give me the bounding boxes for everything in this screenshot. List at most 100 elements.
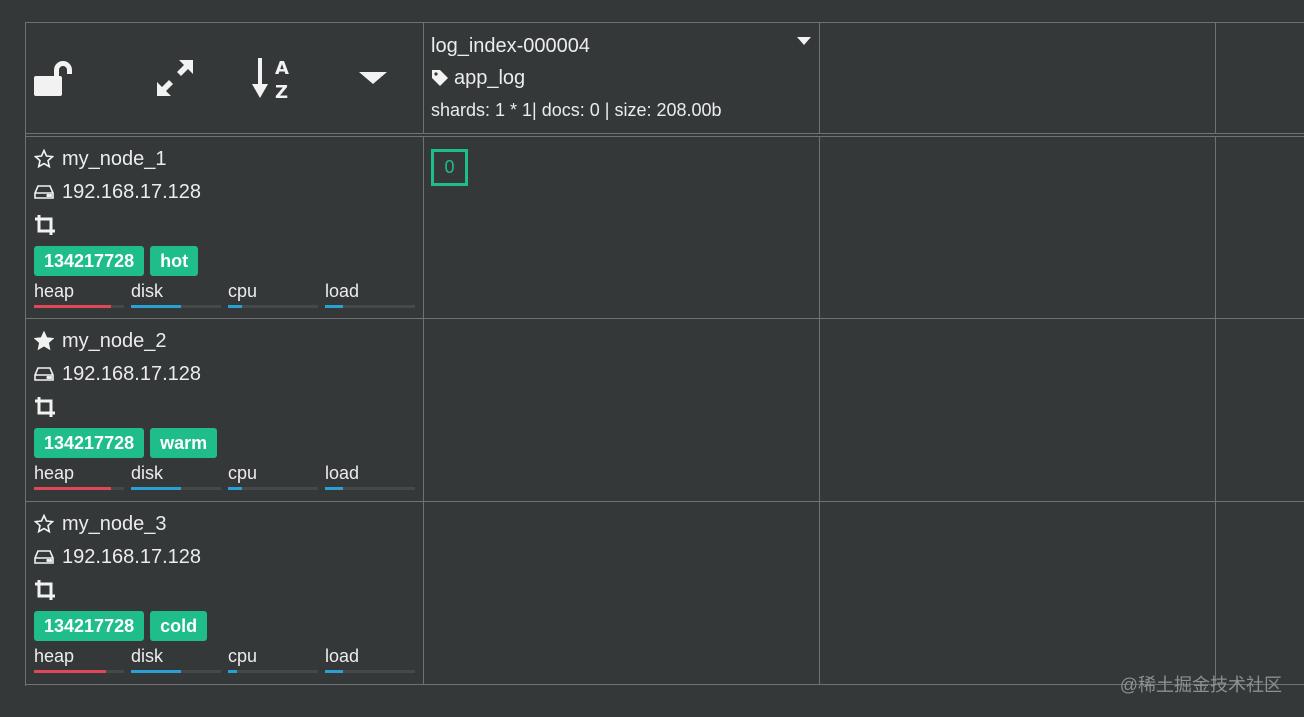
node-ip-row: 192.168.17.128 bbox=[34, 180, 415, 204]
sort-alpha-icon: A Z bbox=[252, 58, 289, 102]
node-badges: 134217728 cold bbox=[34, 611, 415, 641]
empty-cell bbox=[820, 137, 1216, 319]
node-name-row[interactable]: my_node_2 bbox=[34, 329, 415, 353]
node-id-badge: 134217728 bbox=[34, 611, 145, 641]
metric-bar-fill bbox=[325, 487, 343, 490]
metric-load: load bbox=[325, 463, 415, 490]
empty-cell bbox=[820, 502, 1216, 685]
menu-dropdown-button[interactable] bbox=[324, 23, 423, 133]
metric-label: cpu bbox=[228, 463, 258, 483]
index-alias: app_log bbox=[431, 66, 812, 90]
metric-cpu: cpu bbox=[228, 646, 318, 673]
metric-bar-fill bbox=[325, 305, 343, 308]
cluster-overview-grid: A Z log_index-000004 app_log shards: 1 *… bbox=[25, 22, 1304, 686]
node-name-row[interactable]: my_node_3 bbox=[34, 512, 415, 536]
index-name: log_index-000004 bbox=[431, 35, 591, 57]
node-badges: 134217728 warm bbox=[34, 428, 415, 458]
metric-label: disk bbox=[131, 646, 164, 666]
metric-bar bbox=[34, 305, 124, 308]
metric-bar bbox=[34, 487, 124, 490]
metric-disk: disk bbox=[131, 646, 221, 673]
hard-drive-icon bbox=[34, 185, 54, 199]
metric-bar bbox=[325, 670, 415, 673]
metric-bar-fill bbox=[131, 305, 181, 308]
node-metrics: heap disk cpu load bbox=[34, 281, 415, 308]
metric-disk: disk bbox=[131, 281, 221, 308]
tag-icon bbox=[432, 70, 448, 86]
empty-cell bbox=[1216, 137, 1304, 319]
metric-heap: heap bbox=[34, 646, 124, 673]
metric-cpu: cpu bbox=[228, 281, 318, 308]
metric-bar-fill bbox=[131, 487, 181, 490]
node-metrics: heap disk cpu load bbox=[34, 463, 415, 490]
metric-bar-fill bbox=[228, 487, 242, 490]
hard-drive-icon bbox=[34, 550, 54, 564]
node-id-badge: 134217728 bbox=[34, 428, 145, 458]
metric-disk: disk bbox=[131, 463, 221, 490]
lock-toggle-button[interactable] bbox=[34, 23, 126, 133]
node-id-badge: 134217728 bbox=[34, 246, 145, 276]
node-name: my_node_2 bbox=[62, 330, 167, 352]
node-tier-badge: cold bbox=[150, 611, 208, 641]
watermark: @稀土掘金技术社区 bbox=[1119, 675, 1282, 695]
node-tier-badge: warm bbox=[150, 428, 218, 458]
crop-icon bbox=[35, 215, 55, 235]
metric-heap: heap bbox=[34, 281, 124, 308]
metric-bar bbox=[131, 670, 221, 673]
empty-header-cell bbox=[1216, 23, 1304, 134]
node-cell: my_node_2 192.168.17.128 134217728 warm … bbox=[26, 319, 424, 502]
star-icon[interactable] bbox=[34, 149, 54, 169]
node-ip-row: 192.168.17.128 bbox=[34, 545, 415, 569]
metric-bar bbox=[228, 670, 318, 673]
metric-bar-fill bbox=[228, 670, 237, 673]
index-menu-caret-icon[interactable] bbox=[797, 37, 811, 45]
index-stats: shards: 1 * 1| docs: 0 | size: 208.00b bbox=[431, 100, 722, 120]
shard-cell bbox=[424, 319, 820, 502]
expand-button[interactable] bbox=[126, 23, 225, 133]
node-cell: my_node_3 192.168.17.128 134217728 cold … bbox=[26, 502, 424, 685]
metric-bar bbox=[228, 487, 318, 490]
node-tier-badge: hot bbox=[150, 246, 199, 276]
empty-cell bbox=[1216, 319, 1304, 502]
metric-bar bbox=[228, 305, 318, 308]
metric-label: cpu bbox=[228, 646, 258, 666]
node-name-row[interactable]: my_node_1 bbox=[34, 147, 415, 171]
shard-cell: 0 bbox=[424, 137, 820, 319]
svg-text:A: A bbox=[275, 58, 289, 79]
expand-icon bbox=[157, 60, 194, 96]
caret-down-icon bbox=[359, 72, 388, 84]
metric-label: disk bbox=[131, 281, 164, 301]
metric-load: load bbox=[325, 281, 415, 308]
node-ip: 192.168.17.128 bbox=[62, 363, 202, 385]
metric-bar bbox=[131, 305, 221, 308]
shard-cell bbox=[424, 502, 820, 685]
metric-bar-fill bbox=[228, 305, 242, 308]
node-metrics: heap disk cpu load bbox=[34, 646, 415, 673]
metric-label: load bbox=[325, 646, 360, 666]
node-crop-row bbox=[34, 213, 415, 237]
metric-label: load bbox=[325, 463, 360, 483]
index-header[interactable]: log_index-000004 app_log shards: 1 * 1| … bbox=[424, 23, 820, 134]
node-ip-row: 192.168.17.128 bbox=[34, 362, 415, 386]
metric-label: heap bbox=[34, 463, 75, 483]
node-name: my_node_3 bbox=[62, 513, 167, 535]
alias-label: app_log bbox=[454, 67, 526, 89]
crop-icon bbox=[35, 397, 55, 417]
metric-bar-fill bbox=[34, 670, 106, 673]
metric-bar bbox=[34, 670, 124, 673]
crop-icon bbox=[35, 580, 55, 600]
metric-heap: heap bbox=[34, 463, 124, 490]
sort-button[interactable]: A Z bbox=[225, 23, 324, 133]
star-icon[interactable] bbox=[34, 331, 54, 351]
metric-load: load bbox=[325, 646, 415, 673]
metric-bar bbox=[131, 487, 221, 490]
metric-label: heap bbox=[34, 646, 75, 666]
node-ip: 192.168.17.128 bbox=[62, 181, 202, 203]
metric-bar-fill bbox=[34, 305, 111, 308]
shard-box[interactable]: 0 bbox=[431, 149, 468, 186]
star-icon[interactable] bbox=[34, 514, 54, 534]
node-ip: 192.168.17.128 bbox=[62, 546, 202, 568]
empty-header-cell bbox=[820, 23, 1216, 134]
metric-label: load bbox=[325, 281, 360, 301]
node-crop-row bbox=[34, 578, 415, 602]
